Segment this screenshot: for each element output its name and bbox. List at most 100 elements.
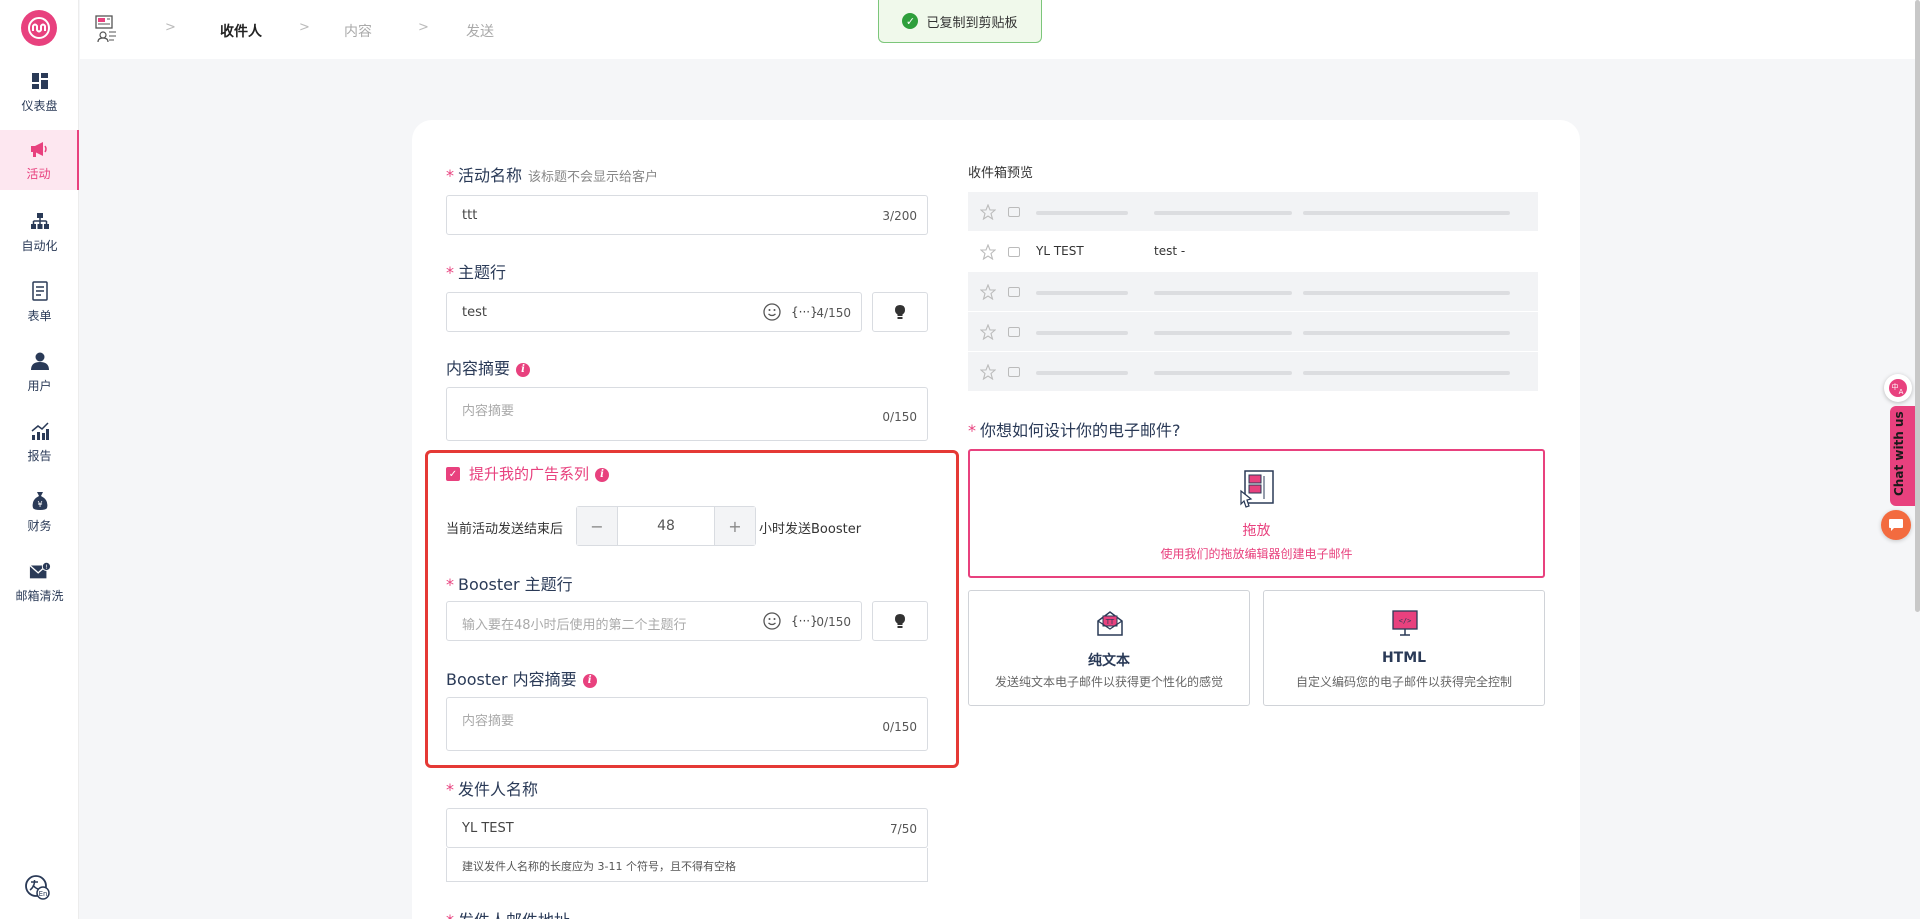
- page-scrollbar[interactable]: [1915, 0, 1920, 612]
- booster-hours-value[interactable]: 48: [617, 507, 715, 545]
- drag-drop-desc: 使用我们的拖放编辑器创建电子邮件: [1160, 547, 1353, 561]
- chevron-right-icon: >: [418, 20, 429, 35]
- sidebar-item-forms[interactable]: 表单: [0, 272, 79, 332]
- campaign-name-value: ttt: [462, 208, 478, 223]
- svg-text:</>: </>: [1399, 617, 1412, 625]
- campaign-name-input[interactable]: ttt 3/200: [446, 195, 928, 235]
- subject-value: test: [462, 305, 487, 320]
- sender-name-input[interactable]: YL TEST 7/50: [446, 808, 928, 848]
- subject-suggestion-button[interactable]: [872, 292, 928, 332]
- booster-subject-input[interactable]: 输入要在48小时后使用的第二个主题行 {···} 0/150: [446, 601, 862, 641]
- subject-input[interactable]: test {···} 4/150: [446, 292, 862, 332]
- translate-icon[interactable]: 中A: [1884, 374, 1912, 402]
- booster-preheader-label: Booster 内容摘要 i: [446, 666, 597, 690]
- megaphone-icon: [28, 138, 50, 160]
- booster-subject-count: 0/150: [816, 615, 851, 629]
- sidebar-item-label: 报告: [27, 449, 52, 463]
- label-icon: [1008, 287, 1020, 297]
- chat-bubble-icon[interactable]: [1881, 510, 1911, 540]
- drag-drop-icon: [1240, 470, 1274, 508]
- check-circle-icon: ✓: [902, 13, 919, 29]
- sidebar-item-email-cleaning[interactable]: ! 邮箱清洗: [0, 552, 79, 612]
- increment-button[interactable]: +: [715, 507, 755, 545]
- sidebar-item-users[interactable]: 用户: [0, 342, 79, 402]
- sidebar-item-label: 活动: [26, 167, 51, 181]
- lightbulb-icon: [895, 305, 905, 319]
- sidebar-item-label: 邮箱清洗: [15, 589, 64, 603]
- sender-name-count: 7/50: [890, 822, 917, 836]
- info-icon: i: [582, 673, 597, 688]
- info-icon: i: [516, 362, 531, 377]
- star-icon: [980, 324, 996, 340]
- email-clean-icon: !: [28, 560, 51, 582]
- star-icon: [980, 244, 996, 260]
- html-desc: 自定义编码您的电子邮件以获得完全控制: [1295, 675, 1512, 689]
- sidebar-item-label: 用户: [27, 379, 52, 393]
- emoji-icon[interactable]: [763, 612, 781, 630]
- sidebar-item-label: 仪表盘: [21, 99, 58, 113]
- sender-email-label: *发件人邮件地址: [446, 907, 570, 919]
- design-question: * 你想如何设计你的电子邮件?: [968, 421, 1181, 440]
- form-icon: [29, 280, 51, 302]
- preview-row: [968, 312, 1538, 352]
- plain-text-icon: TT: [1097, 611, 1123, 636]
- sidebar: 仪表盘 活动 自动化 表单 用户 报告 ¥ 财务 ! 邮箱清洗 En: [0, 0, 79, 919]
- campaign-name-count: 3/200: [882, 209, 917, 223]
- user-icon: [29, 350, 51, 372]
- preheader-label: 内容摘要 i: [446, 355, 531, 379]
- sidebar-item-dashboard[interactable]: 仪表盘: [0, 62, 79, 122]
- plain-text-desc: 发送纯文本电子邮件以获得更个性化的感觉: [994, 675, 1223, 689]
- variable-insert-icon[interactable]: {···}: [791, 305, 818, 319]
- drag-drop-title: 拖放: [1242, 523, 1271, 539]
- booster-checkbox[interactable]: ✓: [446, 467, 460, 481]
- finance-icon: ¥: [29, 490, 51, 512]
- emoji-icon[interactable]: [763, 303, 781, 321]
- html-option[interactable]: </> HTML 自定义编码您的电子邮件以获得完全控制: [1263, 590, 1545, 706]
- chevron-right-icon: >: [165, 20, 176, 35]
- step-recipients[interactable]: 收件人: [220, 21, 262, 41]
- booster-delay-prefix: 当前活动发送结束后: [446, 522, 564, 537]
- booster-checkbox-label[interactable]: 提升我的广告系列 i: [469, 463, 610, 484]
- label-icon: [1008, 207, 1020, 217]
- preheader-placeholder: 内容摘要: [462, 404, 515, 419]
- sidebar-item-finance[interactable]: ¥ 财务: [0, 482, 79, 542]
- chat-with-us-label: Chat with us: [1892, 411, 1906, 496]
- booster-delay-suffix: 小时发送Booster: [759, 522, 862, 537]
- subject-label: * 主题行: [446, 263, 507, 282]
- preheader-count: 0/150: [882, 410, 917, 424]
- variable-insert-icon[interactable]: {···}: [791, 614, 818, 628]
- sidebar-item-label: 自动化: [21, 239, 58, 253]
- booster-hours-stepper[interactable]: − 48 +: [576, 506, 756, 546]
- sidebar-item-campaigns[interactable]: 活动: [0, 130, 79, 190]
- sender-name-helper: 建议发件人名称的长度应为 3-11 个符号，且不得有空格: [446, 848, 928, 882]
- info-icon: i: [595, 467, 610, 482]
- svg-text:¥: ¥: [37, 500, 42, 509]
- preview-row: [968, 192, 1538, 232]
- preheader-textarea[interactable]: 内容摘要 0/150: [446, 387, 928, 441]
- html-title: HTML: [1381, 650, 1427, 666]
- svg-text:中: 中: [1892, 382, 1899, 391]
- svg-text:!: !: [45, 563, 48, 571]
- toast-message: 已复制到剪贴板: [926, 15, 1018, 31]
- sidebar-item-reports[interactable]: 报告: [0, 412, 79, 472]
- lightbulb-icon: [895, 614, 905, 628]
- svg-text:A: A: [1899, 388, 1904, 396]
- language-switch-icon[interactable]: En: [24, 874, 50, 900]
- star-icon: [980, 284, 996, 300]
- label-icon: [1008, 247, 1020, 257]
- app-logo[interactable]: [21, 10, 57, 46]
- decrement-button[interactable]: −: [577, 507, 617, 545]
- label-icon: [1008, 327, 1020, 337]
- step-send[interactable]: 发送: [466, 21, 494, 41]
- inbox-preview-title: 收件箱预览: [968, 166, 1034, 181]
- booster-preheader-placeholder: 内容摘要: [462, 714, 515, 729]
- campaign-name-hint: 该标题不会显示给客户: [528, 170, 659, 185]
- subject-count: 4/150: [816, 306, 851, 320]
- automation-icon: [29, 210, 51, 232]
- drag-drop-option[interactable]: 拖放 使用我们的拖放编辑器创建电子邮件: [968, 449, 1545, 578]
- sidebar-item-automation[interactable]: 自动化: [0, 202, 79, 262]
- booster-subject-suggestion-button[interactable]: [872, 601, 928, 641]
- plain-text-option[interactable]: TT 纯文本 发送纯文本电子邮件以获得更个性化的感觉: [968, 590, 1250, 706]
- step-content[interactable]: 内容: [344, 21, 372, 41]
- booster-preheader-textarea[interactable]: 内容摘要 0/150: [446, 697, 928, 751]
